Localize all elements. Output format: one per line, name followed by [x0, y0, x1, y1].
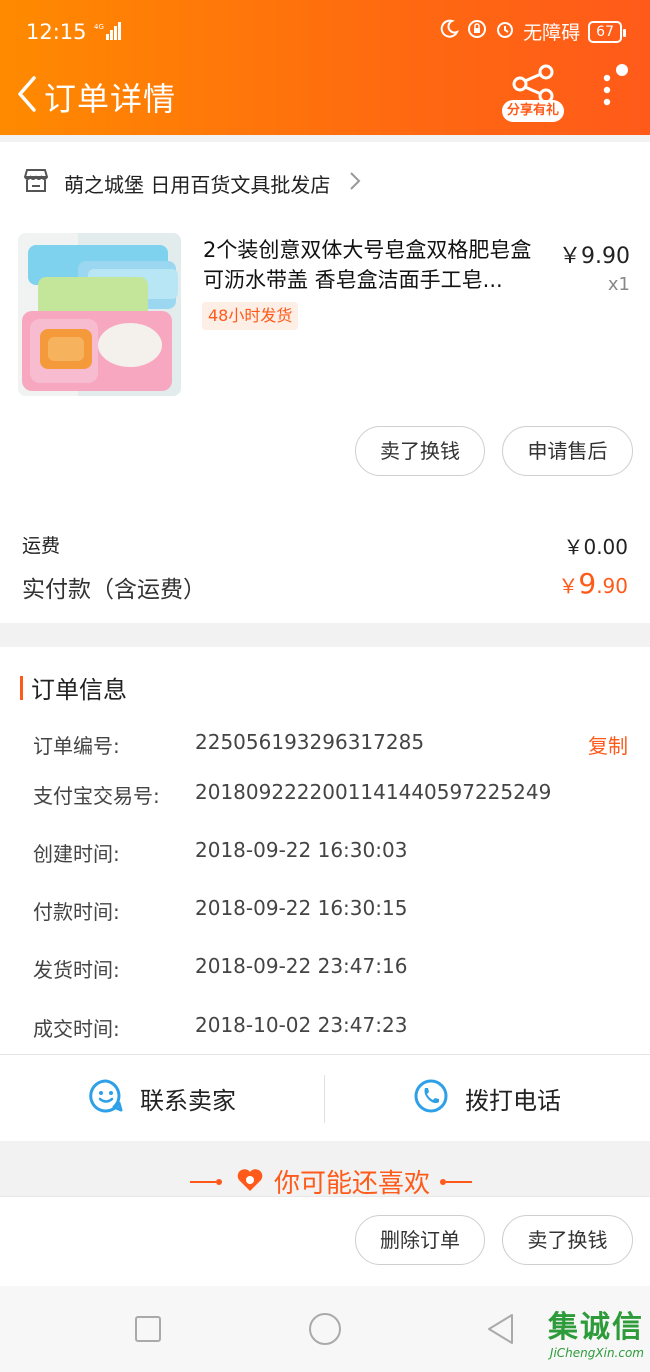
bottom-sell-for-cash-button[interactable]: 卖了换钱 [502, 1215, 633, 1265]
heart-icon [236, 1167, 264, 1197]
contact-seller-label: 联系卖家 [140, 1087, 236, 1115]
order-number-value: 225056193296317285 [195, 730, 425, 754]
chat-icon [88, 1078, 124, 1120]
alipay-trade-value: 2018092222001141440597225249 [195, 780, 552, 804]
order-item-card: 萌之城堡 日用百货文具批发店 2个装创意双体大号皂盒双格肥皂盒可沥水带盖 香皂盒… [0, 142, 650, 623]
divider-line-right [446, 1180, 473, 1183]
shipping-tag: 48小时发货 [202, 302, 299, 330]
recents-icon[interactable] [133, 1314, 163, 1348]
contact-divider [324, 1075, 325, 1123]
call-button[interactable]: 拨打电话 [413, 1055, 561, 1142]
product-title[interactable]: 2个装创意双体大号皂盒双格肥皂盒可沥水带盖 香皂盒洁面手工皂... [203, 235, 548, 295]
lock-rotation-icon [467, 19, 487, 44]
copy-button[interactable]: 复制 [588, 730, 628, 759]
alarm-icon [495, 19, 515, 44]
back-icon[interactable] [12, 72, 42, 116]
section-accent-bar [20, 675, 23, 700]
share-badge[interactable]: 分享有礼 [502, 100, 564, 122]
shipped-time-value: 2018-09-22 23:47:16 [195, 954, 408, 978]
status-bar: 12:15 4G 无障碍 67 [0, 0, 650, 62]
order-info-card: 订单信息 订单编号: 225056193296317285 复制 支付宝交易号:… [0, 647, 650, 1054]
paid-amount-label: 实付款（含运费） [22, 577, 206, 603]
recommend-title: 你可能还喜欢 [274, 1169, 431, 1196]
system-nav-bar: 集诚信 JiChengXin.com [0, 1286, 650, 1372]
more-icon[interactable] [598, 62, 634, 112]
paid-decimal: .90 [596, 574, 628, 598]
accessibility-text: 无障碍 [523, 22, 581, 44]
section-title: 订单信息 [31, 676, 127, 704]
moon-icon [439, 19, 460, 44]
shipped-time-label: 发货时间: [33, 958, 120, 982]
divider-dot-left [216, 1178, 222, 1185]
shop-name: 萌之城堡 日用百货文具批发店 [64, 172, 331, 197]
paid-currency: ￥ [558, 574, 579, 598]
status-right: 无障碍 67 [439, 18, 626, 45]
completed-time-label: 成交时间: [33, 1017, 120, 1041]
product-price: ￥9.90 [559, 244, 630, 269]
watermark-main: 集诚信 [548, 1310, 644, 1345]
home-icon[interactable] [308, 1312, 342, 1350]
order-info-header: 订单信息 [20, 670, 127, 705]
paid-time-label: 付款时间: [33, 900, 120, 924]
back-nav-icon[interactable] [484, 1312, 518, 1350]
network-type-label: 4G [94, 23, 104, 31]
battery-indicator: 67 [588, 20, 626, 43]
sell-for-cash-button[interactable]: 卖了换钱 [355, 426, 485, 476]
contact-seller-button[interactable]: 联系卖家 [88, 1055, 236, 1142]
bottom-action-bar: 删除订单 卖了换钱 [0, 1196, 650, 1286]
contact-bar: 联系卖家 拨打电话 [0, 1054, 650, 1141]
store-icon [22, 168, 50, 198]
paid-amount-value: ￥9.90 [558, 567, 628, 600]
nav-bar: 订单详情 分享有礼 [0, 62, 650, 135]
signal-icon: 4G [94, 22, 122, 47]
paid-integer: 9 [578, 567, 597, 600]
completed-time-value: 2018-10-02 23:47:23 [195, 1013, 408, 1037]
recommend-header: 你可能还喜欢 [190, 1163, 473, 1197]
alipay-trade-label: 支付宝交易号: [33, 784, 160, 808]
delete-order-button[interactable]: 删除订单 [355, 1215, 485, 1265]
product-image[interactable] [18, 233, 181, 396]
order-number-label: 订单编号: [33, 734, 120, 758]
chevron-right-icon [348, 170, 362, 196]
phone-icon [413, 1078, 449, 1120]
divider-line-left [190, 1180, 216, 1183]
watermark-logo: 集诚信 JiChengXin.com [548, 1302, 644, 1360]
created-time-value: 2018-09-22 16:30:03 [195, 838, 408, 862]
paid-time-value: 2018-09-22 16:30:15 [195, 896, 408, 920]
status-time: 12:15 [26, 20, 87, 44]
after-sales-button[interactable]: 申请售后 [502, 426, 633, 476]
watermark-sub: JiChengXin.com [549, 1346, 644, 1360]
created-time-label: 创建时间: [33, 842, 120, 866]
app-header: 12:15 4G 无障碍 67 订单详情 分享有礼 [0, 0, 650, 135]
shipping-fee-label: 运费 [22, 535, 61, 557]
shipping-fee-value: ￥0.00 [563, 535, 628, 559]
product-quantity: x1 [607, 274, 630, 295]
recommend-section: 你可能还喜欢 [0, 1141, 650, 1196]
shop-row[interactable]: 萌之城堡 日用百货文具批发店 [22, 162, 362, 204]
call-label: 拨打电话 [465, 1087, 561, 1115]
page-title: 订单详情 [44, 80, 177, 118]
